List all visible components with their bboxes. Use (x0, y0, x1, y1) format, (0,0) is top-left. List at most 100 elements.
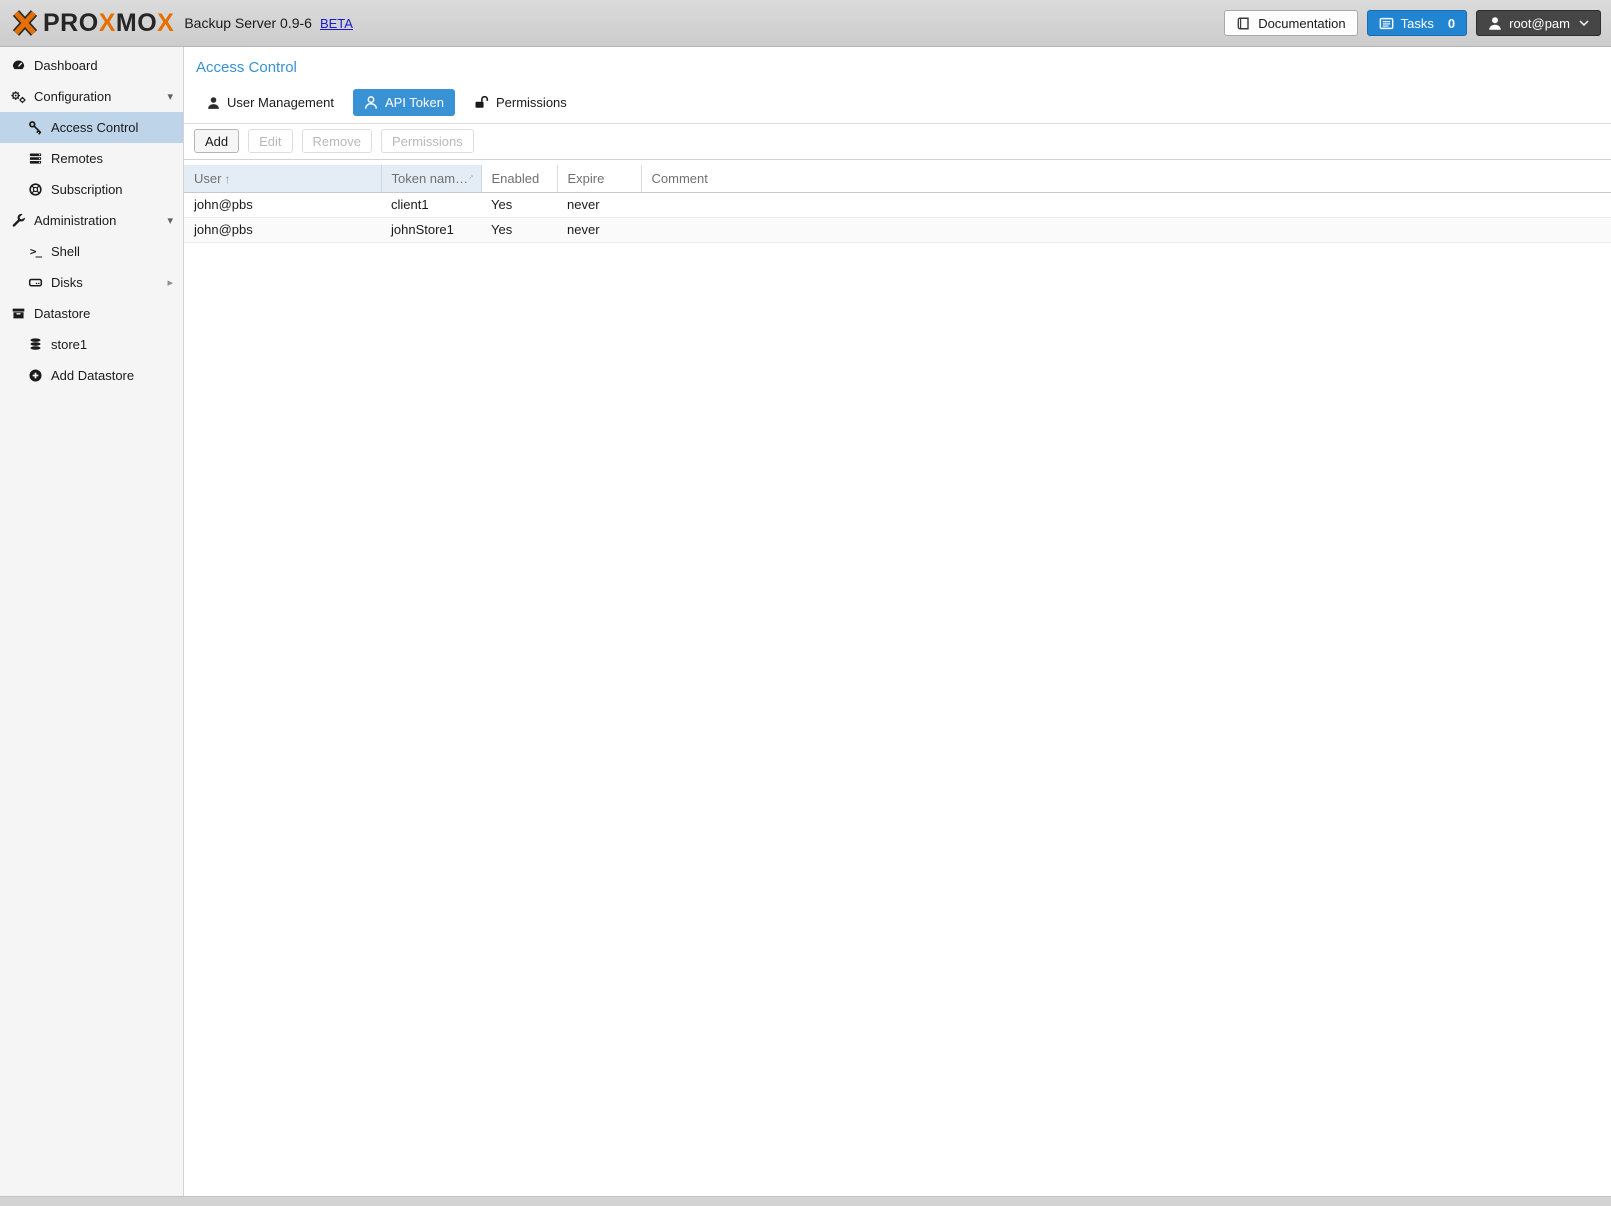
tasks-count-badge: 0 (1448, 16, 1455, 31)
sidebar-nav: Dashboard Co (0, 47, 184, 1196)
column-label: User (194, 171, 221, 186)
caret-right-icon: ▸ (167, 276, 173, 289)
cell-enabled: Yes (481, 192, 557, 217)
table-header-row: User↑ Token nam…↑ Enabled Expire Comment (184, 165, 1611, 192)
product-title: Backup Server 0.9-6 (184, 15, 312, 31)
sidebar-item-label: store1 (51, 337, 87, 352)
sidebar-item-label: Configuration (34, 89, 111, 104)
window-bottom-edge (0, 1196, 1611, 1206)
cell-user: john@pbs (184, 217, 381, 242)
column-header-user[interactable]: User↑ (184, 165, 381, 192)
column-label: Expire (568, 171, 605, 186)
proxmox-backup-app: PROXMOX Backup Server 0.9-6 BETA Documen… (0, 0, 1611, 1206)
sidebar-item-datastore[interactable]: Datastore (0, 298, 183, 329)
book-icon (1236, 16, 1251, 31)
gears-icon (10, 89, 27, 105)
user-menu-button[interactable]: root@pam (1476, 10, 1601, 36)
permissions-button[interactable]: Permissions (381, 129, 474, 153)
beta-link[interactable]: BETA (320, 16, 353, 31)
sidebar-item-label: Datastore (34, 306, 90, 321)
sidebar-item-label: Remotes (51, 151, 103, 166)
sidebar-item-remotes[interactable]: Remotes (0, 143, 183, 174)
column-header-token-name[interactable]: Token nam…↑ (381, 165, 481, 192)
edit-button[interactable]: Edit (248, 129, 292, 153)
sidebar-item-label: Shell (51, 244, 80, 259)
tab-bar: User Management API Token Permissions (184, 76, 1611, 124)
sidebar-item-access-control[interactable]: Access Control (0, 112, 183, 143)
sidebar-item-disks[interactable]: Disks ▸ (0, 267, 183, 298)
sidebar-item-store1[interactable]: store1 (0, 329, 183, 360)
task-list-icon (1379, 16, 1394, 31)
remove-button[interactable]: Remove (302, 129, 372, 153)
sidebar-item-label: Add Datastore (51, 368, 134, 383)
proxmox-logo-text: PROXMOX (43, 9, 174, 38)
tasks-button[interactable]: Tasks 0 (1367, 10, 1467, 36)
tab-label: API Token (385, 95, 444, 110)
cell-user: john@pbs (184, 192, 381, 217)
main-panel: Access Control User Management API Token (184, 47, 1611, 1196)
column-label: Enabled (492, 171, 540, 186)
workspace: Dashboard Co (0, 47, 1611, 1196)
page-title: Access Control (184, 47, 1611, 76)
sidebar-item-add-datastore[interactable]: Add Datastore (0, 360, 183, 391)
column-label: Token nam… (392, 171, 469, 186)
sidebar-item-label: Disks (51, 275, 83, 290)
logo-segment: PRO (43, 9, 99, 37)
sidebar-item-dashboard[interactable]: Dashboard (0, 50, 183, 81)
cell-expire: never (557, 217, 641, 242)
logo-segment: MO (116, 9, 157, 37)
token-row[interactable]: john@pbs client1 Yes never (184, 192, 1611, 217)
sidebar-item-label: Administration (34, 213, 116, 228)
sidebar-item-label: Dashboard (34, 58, 98, 73)
add-button[interactable]: Add (194, 129, 239, 153)
column-header-expire[interactable]: Expire (557, 165, 641, 192)
column-header-enabled[interactable]: Enabled (481, 165, 557, 192)
cell-token-name: client1 (381, 192, 481, 217)
logo-segment: X (99, 9, 116, 37)
sidebar-item-shell[interactable]: >_ Shell (0, 236, 183, 267)
tab-user-management[interactable]: User Management (196, 89, 345, 116)
tab-api-token[interactable]: API Token (353, 89, 455, 116)
sidebar-item-subscription[interactable]: Subscription (0, 174, 183, 205)
chevron-down-icon (1579, 20, 1589, 26)
terminal-icon: >_ (27, 244, 44, 260)
column-header-comment[interactable]: Comment (641, 165, 1611, 192)
proxmox-logo: PROXMOX (10, 8, 174, 38)
unlock-icon (474, 95, 489, 110)
hdd-icon (27, 275, 44, 291)
sidebar-item-configuration[interactable]: Configuration ▾ (0, 81, 183, 112)
documentation-button[interactable]: Documentation (1224, 10, 1357, 36)
life-ring-icon (27, 182, 44, 198)
cell-expire: never (557, 192, 641, 217)
key-icon (27, 120, 44, 136)
caret-down-icon: ▾ (167, 214, 173, 227)
sidebar-item-label: Subscription (51, 182, 123, 197)
database-icon (27, 337, 44, 353)
wrench-icon (10, 213, 27, 229)
token-row[interactable]: john@pbs johnStore1 Yes never (184, 217, 1611, 242)
sidebar-item-administration[interactable]: Administration ▾ (0, 205, 183, 236)
dashboard-icon (10, 58, 27, 74)
archive-icon (10, 306, 27, 322)
top-header-bar: PROXMOX Backup Server 0.9-6 BETA Documen… (0, 0, 1611, 47)
user-label: root@pam (1509, 16, 1570, 31)
logo-segment: X (157, 9, 174, 37)
sort-ascending-icon: ↑ (224, 172, 230, 186)
user-outline-icon (364, 95, 378, 110)
cell-comment (641, 217, 1611, 242)
documentation-label: Documentation (1258, 16, 1345, 31)
user-icon (207, 96, 220, 110)
caret-down-icon: ▾ (167, 90, 173, 103)
column-label: Comment (652, 171, 708, 186)
tab-permissions[interactable]: Permissions (463, 89, 578, 116)
tasks-label: Tasks (1401, 16, 1434, 31)
user-icon (1488, 16, 1502, 31)
cell-comment (641, 192, 1611, 217)
api-token-table: User↑ Token nam…↑ Enabled Expire Comment (184, 165, 1611, 243)
server-icon (27, 151, 44, 167)
grid-toolbar: Add Edit Remove Permissions (184, 124, 1611, 160)
sidebar-item-label: Access Control (51, 120, 138, 135)
proxmox-x-icon (10, 8, 40, 38)
cell-enabled: Yes (481, 217, 557, 242)
tab-label: User Management (227, 95, 334, 110)
